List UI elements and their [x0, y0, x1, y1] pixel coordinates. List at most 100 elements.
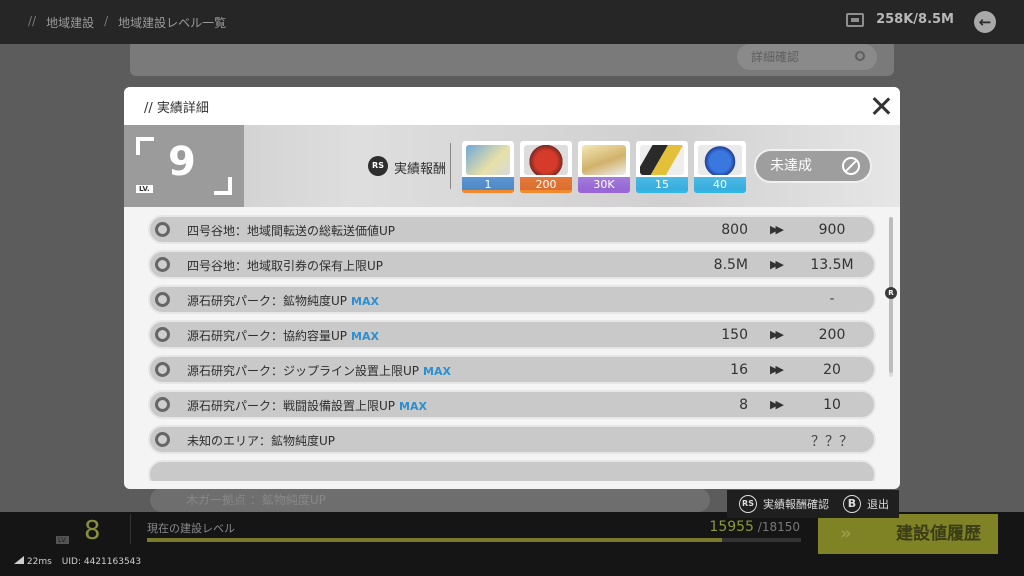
build-level-panel: 現在の建設レベル 15955 /18150 — [130, 514, 810, 544]
upgrade-name-text: 四号谷地：地域取引券の保有上限UP — [187, 259, 384, 273]
modal-title: // 実績詳細 — [144, 101, 209, 116]
list-item[interactable]: 未知のエリア：鉱物純度UP ？？？ — [148, 425, 876, 454]
list-item[interactable]: 源石研究パーク：戦闘設備設置上限UP MAX 8 ▶▶ 10 — [148, 390, 876, 419]
value-to: 200 — [818, 327, 846, 343]
gold-bars-icon — [582, 145, 626, 175]
double-arrow-icon: ▶▶ — [770, 328, 784, 341]
upgrade-list[interactable]: 四号谷地：地域間転送の総転送価値UP 800 ▶▶ 900 四号谷地：地域取引券… — [148, 215, 876, 481]
currency-icon — [846, 12, 865, 27]
value-to: 13.5M — [810, 257, 854, 273]
rarity-stripe — [694, 190, 746, 193]
divider — [450, 143, 451, 189]
double-arrow-icon: ▶▶ — [770, 398, 784, 411]
current-level-number: 8 — [84, 516, 101, 546]
list-item[interactable]: 四号谷地：地域取引券の保有上限UP 8.5M ▶▶ 13.5M — [148, 250, 876, 279]
list-item[interactable]: 源石研究パーク：協約容量UP MAX 150 ▶▶ 200 — [148, 320, 876, 349]
reward-confirm-label[interactable]: 実績報酬確認 — [763, 496, 829, 512]
current-level-badge: LV. 8 — [50, 514, 112, 550]
prohibited-icon — [842, 157, 860, 175]
max-badge: MAX — [399, 400, 427, 413]
detail-check-label: 詳細確認 — [751, 50, 800, 64]
close-icon[interactable] — [870, 95, 892, 117]
r-stick-icon: R — [885, 287, 897, 299]
rarity-stripe — [636, 190, 688, 193]
radio-icon — [155, 362, 170, 377]
radio-icon — [155, 327, 170, 342]
lv-tag: LV. — [136, 185, 153, 193]
upgrade-name: 源石研究パーク：ジップライン設置上限UP MAX — [187, 362, 451, 379]
build-history-label: 建設値履歴 — [896, 524, 981, 544]
breadcrumb-item-region[interactable]: 地域建設 — [46, 14, 94, 31]
exp-card-icon — [640, 145, 684, 175]
upgrade-name-text: 源石研究パーク：協約容量UP — [187, 329, 348, 343]
ticket-icon — [466, 145, 510, 175]
reward-item[interactable]: 40 — [694, 141, 746, 193]
currency-value: 258K/8.5M — [876, 12, 954, 27]
upgrade-name: 四号谷地：地域間転送の総転送価値UP — [187, 222, 395, 239]
value-to: 10 — [823, 397, 841, 413]
background-list-item: 木ガー拠点 ：鉱物純度UP — [150, 488, 710, 512]
max-badge: MAX — [351, 330, 379, 343]
detail-check-button[interactable]: 詳細確認 — [737, 44, 877, 70]
list-item[interactable]: 四号谷地：地域間転送の総転送価値UP 800 ▶▶ 900 — [148, 215, 876, 244]
radio-icon — [155, 292, 170, 307]
upgrade-name: 四号谷地：地域取引券の保有上限UP — [187, 257, 383, 274]
max-badge: MAX — [423, 365, 451, 378]
reward-item[interactable]: 30K — [578, 141, 630, 193]
build-history-button[interactable]: » 建設値履歴 — [818, 514, 998, 554]
build-current: 15955 — [709, 519, 754, 535]
status-bar: 22ms UID: 4421163543 — [14, 556, 141, 567]
not-achieved-button[interactable]: 未達成 — [754, 149, 872, 183]
upgrade-name: 源石研究パーク：協約容量UP MAX — [187, 327, 379, 344]
level-banner: 9 LV. RS 実績報酬 1 200 30K 15 40 未達成 — [124, 125, 900, 207]
signal-icon — [14, 556, 24, 564]
back-arrow-icon[interactable]: ← — [974, 11, 996, 33]
value-to: 900 — [818, 222, 846, 238]
value-from: 800 — [721, 222, 748, 238]
achievement-detail-modal: // 実績詳細 9 LV. RS 実績報酬 1 200 30K 15 40 未達… — [124, 87, 900, 489]
value-from: 8 — [739, 397, 748, 413]
radio-icon — [155, 222, 170, 237]
rs-key-icon[interactable]: RS — [368, 156, 388, 176]
double-arrow-icon: ▶▶ — [770, 363, 784, 376]
b-key-icon[interactable]: B — [843, 495, 861, 513]
search-icon — [855, 51, 865, 61]
upgrade-name-text: 源石研究パーク：鉱物純度UP — [187, 294, 348, 308]
double-chevron-icon: » — [840, 523, 852, 544]
build-total: /18150 — [757, 520, 800, 534]
build-progress-fill — [147, 538, 722, 542]
double-arrow-icon: ▶▶ — [770, 258, 784, 271]
corner-bracket — [136, 137, 154, 155]
radio-icon — [155, 432, 170, 447]
reward-item[interactable]: 200 — [520, 141, 572, 193]
ping-value: 22ms — [26, 557, 52, 567]
value-unknown: ？？？ — [811, 434, 853, 450]
value-from: 8.5M — [713, 257, 748, 273]
top-bar: // 地域建設 / 地域建設レベル一覧 258K/8.5M ← — [0, 0, 1024, 44]
breadcrumb: // 地域建設 / 地域建設レベル一覧 — [28, 14, 226, 31]
reward-label: 実績報酬 — [394, 162, 447, 177]
max-badge: MAX — [351, 295, 379, 308]
rs-key-icon[interactable]: RS — [739, 495, 757, 513]
upgrade-name-text: 源石研究パーク：戦闘設備設置上限UP — [187, 399, 396, 413]
reward-item[interactable]: 15 — [636, 141, 688, 193]
list-item[interactable]: 源石研究パーク：鉱物純度UP MAX - — [148, 285, 876, 314]
build-level-value: 15955 /18150 — [709, 519, 800, 535]
double-arrow-icon: ▶▶ — [770, 223, 784, 236]
reward-item[interactable]: 1 — [462, 141, 514, 193]
list-item[interactable]: 源石研究パーク：ジップライン設置上限UP MAX 16 ▶▶ 20 — [148, 355, 876, 384]
rarity-stripe — [520, 190, 572, 193]
corner-bracket — [214, 177, 232, 195]
radio-icon — [155, 397, 170, 412]
list-item-partial[interactable] — [148, 460, 876, 481]
value-from: 150 — [721, 327, 748, 343]
rarity-stripe — [578, 190, 630, 193]
exit-label[interactable]: 退出 — [867, 496, 889, 512]
breadcrumb-separator: / — [104, 14, 109, 28]
build-progress-bar — [147, 538, 801, 542]
breadcrumb-item-level-list[interactable]: 地域建設レベル一覧 — [118, 14, 226, 31]
target-level-number: 9 — [168, 139, 196, 185]
target-level-card: 9 LV. — [124, 125, 244, 207]
upgrade-name: 未知のエリア：鉱物純度UP — [187, 432, 335, 449]
upgrade-name: 源石研究パーク：戦闘設備設置上限UP MAX — [187, 397, 427, 414]
